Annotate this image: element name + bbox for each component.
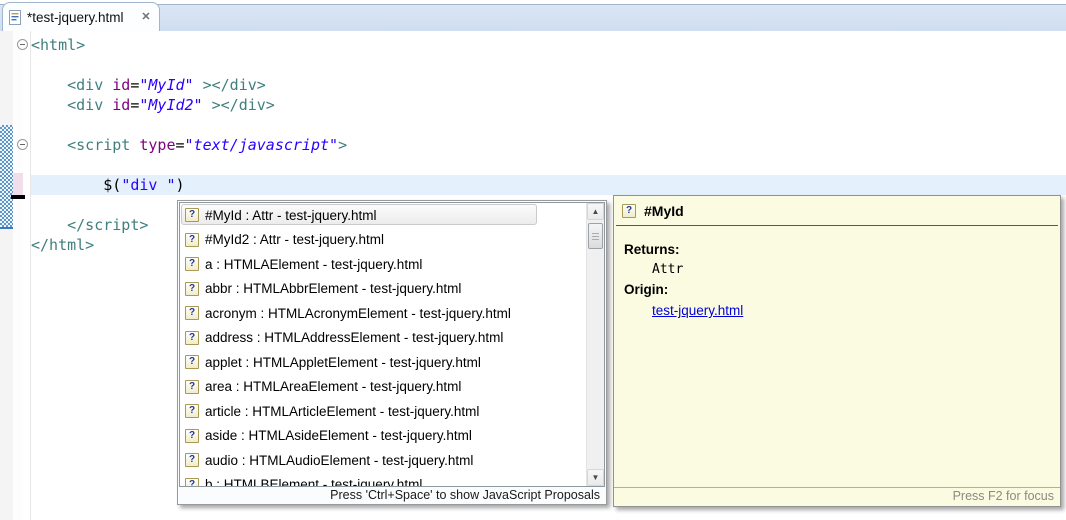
javascript-proposal-icon: ?	[185, 404, 199, 419]
javascript-proposal-icon: ?	[185, 330, 199, 345]
code-line[interactable]: <script type="text/javascript">	[31, 135, 1066, 155]
proposal-label: aside : HTMLAsideElement - test-jquery.h…	[205, 428, 472, 444]
proposal-status-text: Press 'Ctrl+Space' to show JavaScript Pr…	[179, 487, 605, 503]
code-token: <div	[67, 96, 113, 114]
code-token: >	[338, 136, 348, 154]
proposal-item[interactable]: ? #MyId : Attr - test-jquery.html	[180, 203, 587, 228]
javascript-proposal-icon: ?	[185, 281, 199, 296]
javascript-proposal-icon: ?	[185, 453, 199, 468]
proposal-item[interactable]: ? b : HTMLBElement - test-jquery.html	[180, 473, 587, 486]
proposal-item[interactable]: ? abbr : HTMLAbbrElement - test-jquery.ht…	[180, 277, 587, 302]
doc-body: Returns: Attr Origin: test-jquery.html	[614, 226, 1060, 322]
code-token: </script>	[67, 216, 149, 234]
doc-header: ? #MyId	[614, 196, 1060, 225]
proposal-list[interactable]: ? #MyId : Attr - test-jquery.html? #MyId2 …	[179, 202, 605, 487]
range-indicator-end	[0, 227, 13, 229]
origin-label: Origin:	[624, 282, 669, 297]
eclipse-editor-window: *test-jquery.html ✕ <html> <div id="MyId…	[0, 0, 1066, 520]
code-line[interactable]: $("div ")	[31, 175, 1066, 195]
annotation-ruler[interactable]	[0, 31, 13, 520]
proposal-item[interactable]: ? area : HTMLAreaElement - test-jquery.ht…	[180, 375, 587, 400]
code-token: "div "	[121, 176, 176, 194]
code-token: )	[175, 176, 185, 194]
fold-collapse-icon[interactable]	[17, 39, 28, 50]
scroll-up-icon[interactable]: ▲	[587, 203, 604, 220]
proposal-label: address : HTMLAddressElement - test-jque…	[205, 330, 504, 346]
scrollbar-thumb[interactable]	[588, 223, 603, 249]
proposal-item[interactable]: ? audio : HTMLAudioElement - test-jquery.…	[180, 448, 587, 473]
html-file-icon	[9, 9, 21, 25]
changed-lines-marker	[13, 173, 23, 195]
code-line[interactable]: <div id="MyId2" ></div>	[31, 95, 1066, 115]
proposal-scrollbar[interactable]: ▲ ▼	[586, 203, 604, 486]
code-token: "MyId"	[139, 76, 194, 94]
code-token: "MyId2"	[139, 96, 203, 114]
proposal-label: b : HTMLBElement - test-jquery.html	[205, 477, 423, 486]
editor-tab-test-jquery[interactable]: *test-jquery.html ✕	[2, 2, 160, 31]
content-assist-popup: ? #MyId : Attr - test-jquery.html? #MyId2 …	[177, 200, 607, 505]
range-indicator	[0, 125, 13, 227]
code-token: $(	[103, 176, 122, 194]
code-token: type	[139, 136, 176, 154]
code-token: id	[112, 96, 131, 114]
code-token: <script	[67, 136, 140, 154]
javascript-proposal-icon: ?	[185, 257, 199, 272]
code-line[interactable]: <html>	[31, 35, 1066, 55]
javascript-proposal-icon: ?	[185, 477, 199, 486]
code-token: id	[112, 76, 131, 94]
proposal-item[interactable]: ? applet : HTMLAppletElement - test-jquer…	[180, 350, 587, 375]
returns-label: Returns:	[624, 242, 680, 257]
scroll-down-icon[interactable]: ▼	[587, 469, 604, 486]
doc-hover-popup: ? #MyId Returns: Attr Origin: test-jquer…	[613, 195, 1061, 507]
proposal-item[interactable]: ? a : HTMLAElement - test-jquery.html	[180, 252, 587, 277]
proposal-item[interactable]: ? article : HTMLArticleElement - test-jqu…	[180, 399, 587, 424]
proposal-item[interactable]: ? address : HTMLAddressElement - test-jqu…	[180, 326, 587, 351]
proposal-label: applet : HTMLAppletElement - test-jquery…	[205, 354, 481, 370]
proposal-item[interactable]: ? aside : HTMLAsideElement - test-jquery.…	[180, 424, 587, 449]
javascript-proposal-icon: ?	[185, 306, 199, 321]
doc-footer-text: Press F2 for focus	[614, 487, 1060, 506]
proposal-label: abbr : HTMLAbbrElement - test-jquery.htm…	[205, 281, 462, 297]
code-token: "text/javascript"	[184, 136, 339, 154]
code-token: <html>	[31, 36, 86, 54]
javascript-proposal-icon: ?	[185, 232, 199, 247]
folding-ruler[interactable]	[17, 31, 31, 520]
code-token: =	[175, 136, 185, 154]
code-token: <div	[67, 76, 113, 94]
code-line[interactable]	[31, 155, 1066, 175]
javascript-proposal-icon: ?	[185, 208, 199, 223]
proposal-item[interactable]: ? acronym : HTMLAcronymElement - test-jqu…	[180, 301, 587, 326]
jsdoc-question-icon: ?	[622, 203, 636, 218]
tab-close-icon[interactable]: ✕	[139, 10, 153, 24]
doc-title: #MyId	[644, 202, 684, 219]
proposal-label: article : HTMLArticleElement - test-jque…	[205, 403, 480, 419]
code-token: </html>	[31, 236, 95, 254]
tab-title: *test-jquery.html	[27, 9, 124, 25]
proposal-rows[interactable]: ? #MyId : Attr - test-jquery.html? #MyId2 …	[180, 203, 587, 486]
code-line[interactable]	[31, 55, 1066, 75]
code-line[interactable]: <div id="MyId" ></div>	[31, 75, 1066, 95]
javascript-proposal-icon: ?	[185, 355, 199, 370]
editor-tab-bar: *test-jquery.html ✕	[0, 0, 1066, 32]
proposal-label: #MyId2 : Attr - test-jquery.html	[205, 232, 385, 248]
proposal-label: a : HTMLAElement - test-jquery.html	[205, 256, 423, 272]
origin-link[interactable]: test-jquery.html	[652, 303, 743, 318]
fold-collapse-icon[interactable]	[17, 139, 28, 150]
quick-diff-ruler[interactable]	[11, 31, 25, 520]
code-line[interactable]	[31, 115, 1066, 135]
code-token: ></div>	[193, 76, 266, 94]
returns-value: Attr	[652, 262, 684, 277]
code-token: ></div>	[202, 96, 275, 114]
proposal-label: audio : HTMLAudioElement - test-jquery.h…	[205, 452, 474, 468]
proposal-label: area : HTMLAreaElement - test-jquery.htm…	[205, 379, 462, 395]
proposal-label: acronym : HTMLAcronymElement - test-jque…	[205, 305, 511, 321]
javascript-proposal-icon: ?	[185, 428, 199, 443]
javascript-proposal-icon: ?	[185, 379, 199, 394]
proposal-item[interactable]: ? #MyId2 : Attr - test-jquery.html	[180, 228, 587, 253]
proposal-label: #MyId : Attr - test-jquery.html	[205, 207, 377, 223]
